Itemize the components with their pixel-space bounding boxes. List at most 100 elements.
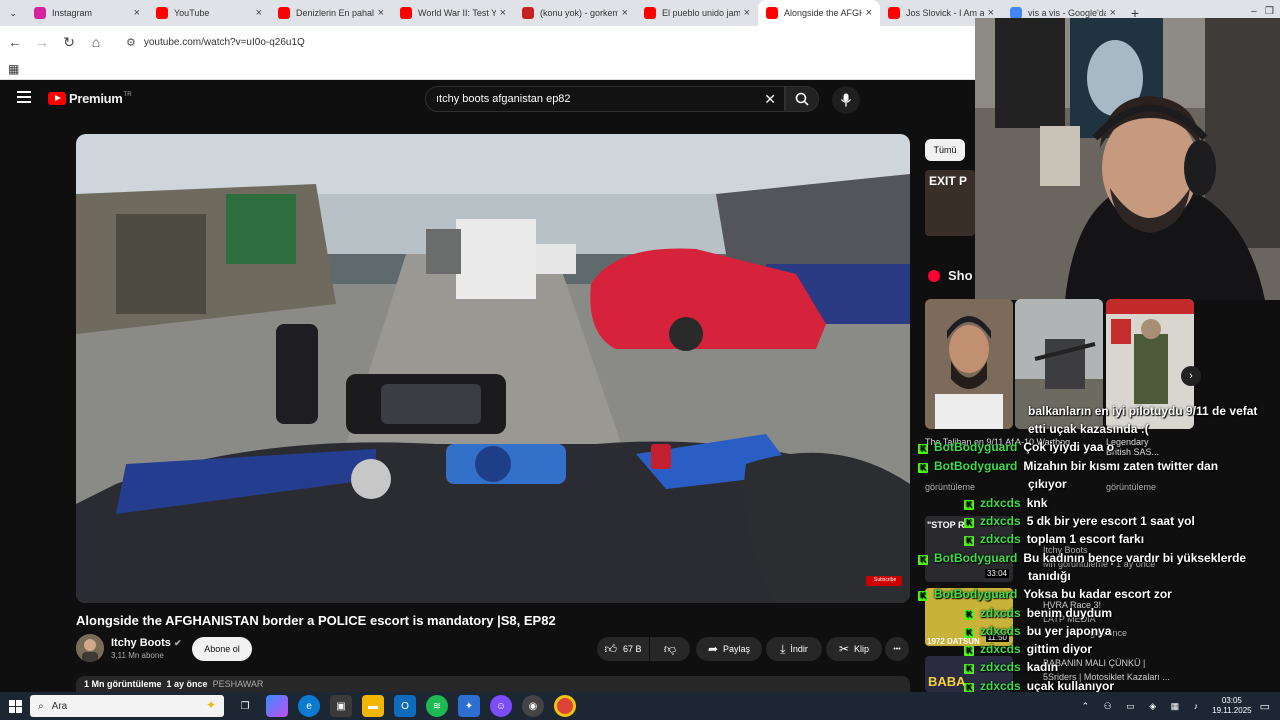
back-button[interactable]: ← [3, 30, 27, 54]
outlook-icon[interactable]: O [394, 695, 416, 717]
close-tab-icon[interactable]: × [500, 7, 506, 19]
download-button[interactable]: ⤓ İndir [766, 637, 822, 661]
chat-text: knk [1026, 496, 1048, 510]
tab-search-dropdown[interactable]: ⌄ [0, 0, 26, 26]
video-player[interactable]: Subscribe [76, 134, 910, 603]
file-explorer-icon[interactable]: ▬ [362, 695, 384, 717]
webcam-feed [975, 18, 1280, 300]
tab-label: (konu yok) - gorkem [540, 8, 618, 18]
clip-button[interactable]: ✂ Klip [826, 637, 882, 661]
share-button[interactable]: ➦ Paylaş [696, 637, 762, 661]
close-tab-icon[interactable]: × [134, 7, 140, 19]
browser-tab[interactable]: (konu yok) - gorkem × [514, 0, 636, 26]
microphone-icon [840, 93, 852, 107]
upload-age: 1 ay önce [166, 679, 208, 689]
chat-message: Kzdxcds 5 dk bir yere escort 1 saat yol [964, 514, 1195, 528]
task-view-icon[interactable]: ❐ [234, 695, 256, 717]
tab-favicon-icon [888, 7, 900, 19]
chat-text: Yoksa bu kadar escort zor [1023, 587, 1172, 601]
close-tab-icon[interactable]: × [866, 7, 872, 19]
clock[interactable]: 03:05 19.11.2025 [1212, 696, 1251, 716]
chat-message: K BotBodyguard Bu kadının bence vardır bi … [918, 551, 1246, 565]
chat-text: etti uçak kazasında :( [1028, 422, 1149, 436]
chat-message: K BotBodyguard Yoksa bu kadar escort zor [918, 587, 1172, 601]
search-input[interactable]: ıtchy boots afganistan ep82 ✕ [425, 86, 785, 112]
taskbar-search-input[interactable]: ⌕ Ara ✦ [30, 695, 224, 717]
channel-avatar[interactable] [76, 634, 104, 662]
home-icon[interactable]: ⌂ [84, 30, 108, 54]
clear-search-icon[interactable]: ✕ [764, 91, 776, 108]
close-tab-icon[interactable]: × [256, 7, 262, 19]
browser-tab[interactable]: El pueblo unido jamá × [636, 0, 758, 26]
apps-grid-icon[interactable]: ▦ [8, 62, 19, 76]
browser-tab[interactable]: Instagram × [26, 0, 148, 26]
hashtag[interactable]: PESHAWAR [213, 679, 264, 689]
close-tab-icon[interactable]: × [378, 7, 384, 19]
kick-badge-icon: K [964, 536, 974, 546]
app-icon[interactable]: ✦ [458, 695, 480, 717]
dislike-button[interactable]: 👎︎ [650, 637, 690, 661]
kick-badge-icon: K [918, 591, 928, 601]
chat-message: K BotBodyguard Çok iyiydi yaa o [918, 440, 1114, 454]
subscriber-count: 3,11 Mn abone [111, 651, 164, 660]
more-actions-button[interactable]: ••• [885, 637, 909, 661]
search-query: ıtchy boots afganistan ep82 [436, 93, 571, 105]
chat-message: tanıdığı [1028, 569, 1071, 583]
close-tab-icon[interactable]: × [622, 7, 628, 19]
subscribe-button[interactable]: Abone ol [192, 637, 252, 661]
chat-username: zdxcds [980, 532, 1021, 546]
chat-username: zdxcds [980, 606, 1021, 620]
url-field[interactable]: ⚙ youtube.com/watch?v=uI0o-q26u1Q [118, 30, 965, 54]
chat-message: Kzdxcds bu yer japonya [964, 624, 1111, 638]
copilot-icon[interactable] [266, 695, 288, 717]
edge-icon[interactable]: e [298, 695, 320, 717]
browser-tab[interactable]: Denizlerin En pahalı × [270, 0, 392, 26]
forward-button[interactable]: → [30, 30, 54, 54]
voice-search-button[interactable] [832, 86, 860, 114]
discord-icon[interactable]: ☺ [490, 695, 512, 717]
kick-badge-icon: K [964, 646, 974, 656]
clock-time: 03:05 [1221, 696, 1242, 705]
site-info-icon[interactable]: ⚙ [126, 36, 136, 49]
description-box[interactable]: 1 Mn görüntüleme 1 ay önce PESHAWAR [76, 676, 910, 692]
chat-text: bu yer japonya [1026, 624, 1112, 638]
tab-favicon-icon [522, 7, 534, 19]
browser-tab[interactable]: YouTube × [148, 0, 270, 26]
chat-text: kadın [1026, 660, 1059, 674]
tab-label: Denizlerin En pahalı [296, 8, 374, 18]
thumbs-up-icon: 👍︎ [604, 641, 618, 656]
reload-icon[interactable]: ↻ [57, 30, 81, 54]
notifications-icon[interactable]: ▭ [1260, 700, 1270, 713]
youtube-header: Premium TR ıtchy boots afganistan ep82 ✕ [0, 80, 975, 118]
tray-icons[interactable]: ⌃ ⚇ ▭ ◈ ▦ ♪ [1082, 701, 1205, 712]
filter-chip-all[interactable]: Tümü [925, 139, 965, 161]
browser-tab[interactable]: World War II: Test Yo × [392, 0, 514, 26]
menu-icon[interactable] [17, 91, 31, 103]
video-title: Alongside the AFGHANISTAN border a POLIC… [76, 613, 556, 628]
tab-label: YouTube [174, 8, 210, 18]
kick-badge-icon: K [918, 555, 928, 565]
browser-tab[interactable]: Alongside the AFGHA × [758, 0, 880, 26]
search-button[interactable] [785, 86, 819, 112]
youtube-premium-logo[interactable]: Premium TR [48, 91, 132, 106]
obs-icon[interactable]: ◉ [522, 695, 544, 717]
chrome-icon[interactable] [554, 695, 576, 717]
store-icon[interactable]: ▣ [330, 695, 352, 717]
tab-label: vis a vis - Google'da [1028, 8, 1106, 18]
address-bar-row: ← → ↻ ⌂ ⚙ youtube.com/watch?v=uI0o-q26u1… [0, 26, 975, 58]
chat-username: zdxcds [980, 514, 1021, 528]
youtube-play-icon [48, 92, 66, 105]
like-button[interactable]: 👍︎ 67 B [597, 637, 649, 661]
channel-name[interactable]: Itchy Boots ✔ [111, 637, 182, 649]
shorts-next-button[interactable]: › [1181, 366, 1201, 386]
close-tab-icon[interactable]: × [744, 7, 750, 19]
chat-message: K BotBodyguard Mizahın bir kısmı zaten twi… [918, 459, 1218, 473]
spotify-icon[interactable]: ≋ [426, 695, 448, 717]
shorts-header: Sho [928, 268, 973, 283]
chat-text: toplam 1 escort farkı [1026, 532, 1145, 546]
like-count: 67 B [623, 644, 642, 654]
window-controls[interactable]: – ❐ [1251, 6, 1274, 17]
related-thumbnail[interactable]: EXIT P [925, 170, 975, 236]
avatar-image [76, 634, 104, 662]
start-button[interactable] [0, 692, 30, 720]
